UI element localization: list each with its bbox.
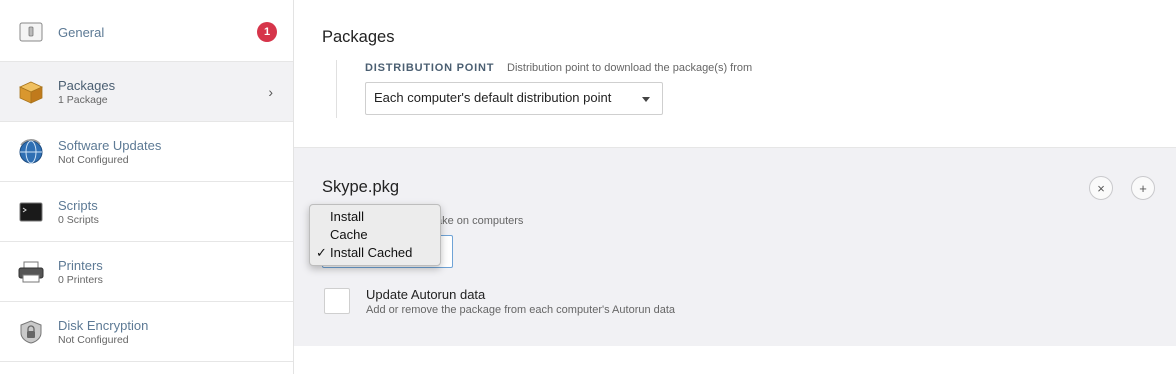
main-content: Packages DISTRIBUTION POINT Distribution… <box>294 0 1176 374</box>
section-title: Packages <box>322 28 395 46</box>
distribution-point-select[interactable]: Each computer's default distribution poi… <box>365 82 663 115</box>
software-update-globe-icon <box>18 138 44 165</box>
sidebar-item-label: Packages <box>58 78 116 93</box>
notification-badge: 1 <box>257 21 277 42</box>
package-box-icon <box>18 79 44 105</box>
sidebar-item-general[interactable]: General 1 <box>0 2 293 62</box>
printer-icon <box>18 259 44 285</box>
sidebar-item-software-updates[interactable]: Software Updates Not Configured <box>0 122 293 182</box>
plus-icon: + <box>1139 180 1147 196</box>
sidebar-item-label: Software Updates <box>58 138 162 153</box>
distribution-point-label: DISTRIBUTION POINT <box>365 62 495 74</box>
action-dropdown-menu: Install Cache ✓ Install Cached <box>309 204 441 266</box>
menu-item-install[interactable]: Install <box>310 208 440 226</box>
sidebar-item-label: Disk Encryption <box>58 318 149 333</box>
sidebar-item-printers[interactable]: Printers 0 Printers <box>0 242 293 302</box>
sidebar-item-scripts[interactable]: Scripts 0 Scripts <box>0 182 293 242</box>
sidebar-item-sublabel: Not Configured <box>58 334 129 346</box>
distribution-point-help: Distribution point to download the packa… <box>507 62 753 74</box>
checkmark-icon: ✓ <box>316 245 327 260</box>
sidebar-item-label: Printers <box>58 258 103 273</box>
disk-encryption-lock-icon <box>18 319 44 345</box>
menu-item-cache[interactable]: Cache <box>310 226 440 244</box>
remove-package-button[interactable]: × <box>1089 176 1113 200</box>
update-autorun-checkbox[interactable] <box>324 288 350 314</box>
sidebar: General 1 Packages 1 Package › Software … <box>0 0 294 374</box>
chevron-right-icon: › <box>268 83 273 100</box>
add-package-button[interactable]: + <box>1131 176 1155 200</box>
close-icon: × <box>1097 180 1105 196</box>
section-divider <box>336 60 337 118</box>
distribution-point-value: Each computer's default distribution poi… <box>374 90 612 105</box>
sidebar-item-sublabel: 1 Package <box>58 94 108 106</box>
sidebar-item-sublabel: 0 Scripts <box>58 214 99 226</box>
menu-item-install-cached[interactable]: ✓ Install Cached <box>310 244 440 262</box>
sidebar-item-sublabel: 0 Printers <box>58 274 103 286</box>
package-name: Skype.pkg <box>322 178 400 196</box>
terminal-icon <box>18 199 44 225</box>
sidebar-item-label: Scripts <box>58 198 98 213</box>
update-autorun-label: Update Autorun data <box>366 287 486 302</box>
dropdown-caret-icon <box>642 97 650 102</box>
general-icon <box>18 19 44 45</box>
sidebar-item-label: General <box>58 25 105 40</box>
update-autorun-description: Add or remove the package from each comp… <box>366 304 676 316</box>
sidebar-item-packages[interactable]: Packages 1 Package › <box>0 62 293 122</box>
sidebar-item-disk-encryption[interactable]: Disk Encryption Not Configured <box>0 302 293 362</box>
sidebar-item-sublabel: Not Configured <box>58 154 129 166</box>
